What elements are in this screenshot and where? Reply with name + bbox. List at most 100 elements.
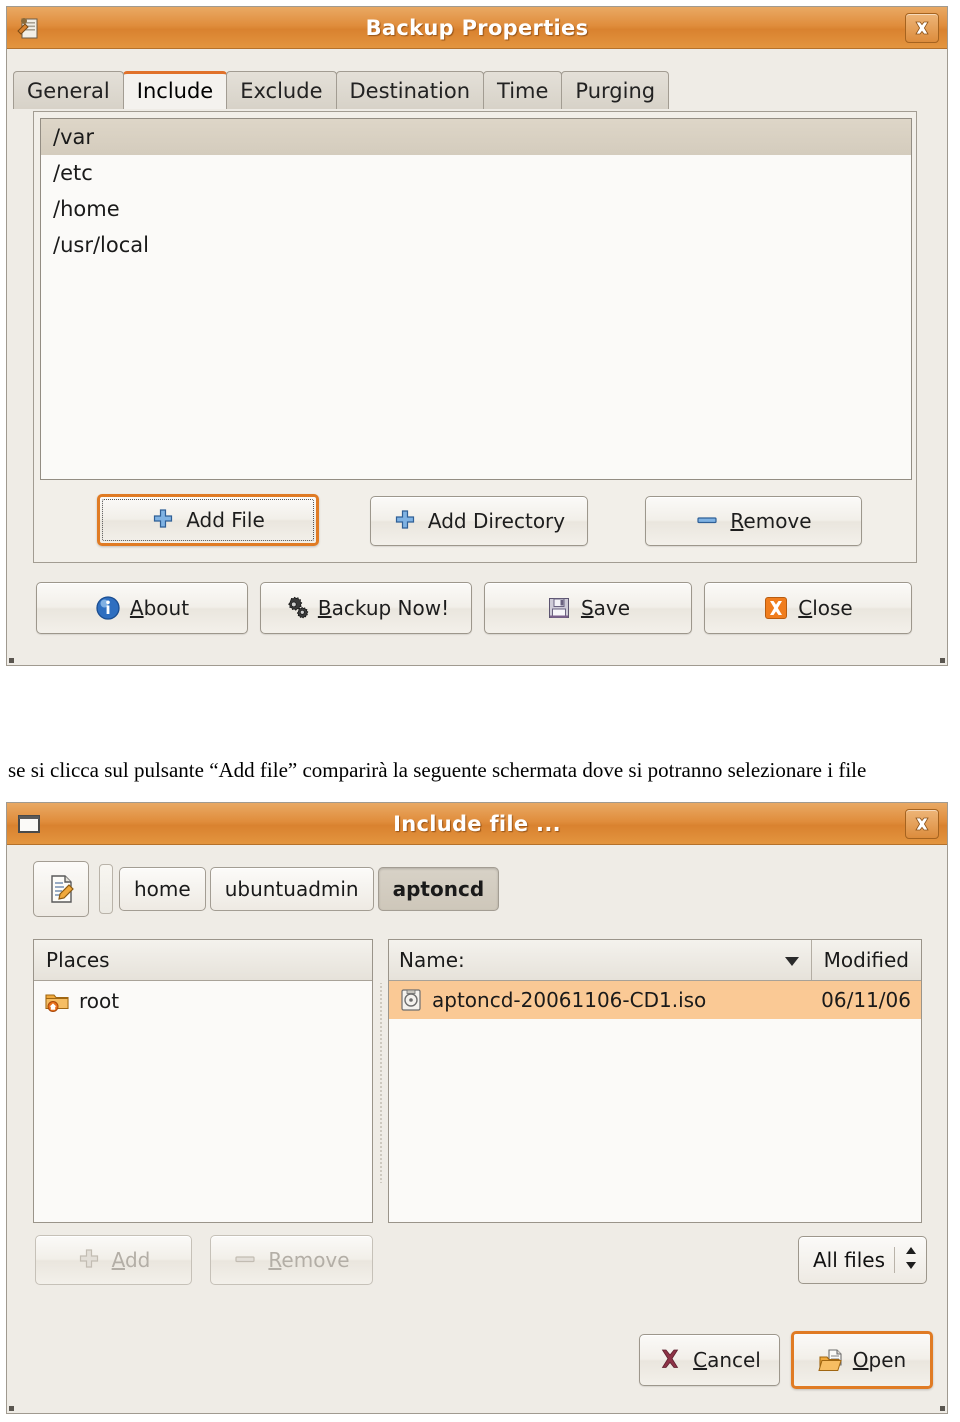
add-place-button[interactable]: Add xyxy=(35,1235,192,1285)
add-directory-label: Add Directory xyxy=(427,509,566,533)
file-filter-value: All files xyxy=(813,1248,886,1272)
mnemonic-letter: B xyxy=(317,596,332,620)
mnemonic-letter: A xyxy=(111,1248,125,1272)
minus-icon xyxy=(695,508,721,534)
place-item-label: root xyxy=(79,989,120,1013)
tab-include[interactable]: Include xyxy=(122,71,228,109)
open-folder-icon xyxy=(818,1347,844,1373)
include-paths-list[interactable]: /var /etc /home /usr/local xyxy=(40,118,912,480)
column-header-name-label: Name: xyxy=(399,948,465,972)
tab-exclude[interactable]: Exclude xyxy=(226,71,337,109)
about-label: About xyxy=(130,596,189,620)
close-icon[interactable] xyxy=(905,12,939,43)
mnemonic-letter: R xyxy=(730,509,744,533)
tab-time[interactable]: Time xyxy=(483,71,563,109)
file-modified: 06/11/06 xyxy=(821,988,911,1012)
cancel-button[interactable]: Cancel xyxy=(639,1334,780,1386)
backup-now-label: Backup Now! xyxy=(318,596,449,620)
plus-icon xyxy=(151,507,177,533)
remove-place-rest: emove xyxy=(281,1248,350,1272)
path-bar: home ubuntuadmin aptoncd xyxy=(33,861,500,917)
about-rest: bout xyxy=(143,596,190,620)
table-row[interactable]: aptoncd-20061106-CD1.iso 06/11/06 xyxy=(389,981,921,1019)
backup-titlebar[interactable]: Backup Properties xyxy=(7,7,947,49)
tab-general[interactable]: General xyxy=(13,71,124,109)
places-header-rest: laces xyxy=(58,948,110,972)
minus-icon xyxy=(233,1247,259,1273)
remove-path-label: Remove xyxy=(730,509,811,533)
backup-now-rest: ackup Now! xyxy=(331,596,450,620)
backup-tabbar: General Include Exclude Destination Time… xyxy=(7,63,947,109)
add-place-label: Add xyxy=(112,1248,151,1272)
backup-now-button[interactable]: Backup Now! xyxy=(260,582,472,634)
remove-path-button[interactable]: Remove xyxy=(645,496,862,546)
column-header-modified[interactable]: Modified xyxy=(812,940,921,980)
mnemonic-letter: C xyxy=(693,1348,708,1372)
tab-destination[interactable]: Destination xyxy=(335,71,485,109)
tab-purging[interactable]: Purging xyxy=(561,71,670,109)
sort-descending-icon xyxy=(783,948,801,972)
list-item[interactable]: /etc xyxy=(41,155,911,191)
add-place-rest: dd xyxy=(124,1248,151,1272)
include-file-dialog: Include file ... home ubuntuadmin aptonc… xyxy=(6,802,948,1414)
pane-splitter[interactable] xyxy=(377,983,384,1183)
resize-grip[interactable] xyxy=(9,658,14,663)
resize-grip[interactable] xyxy=(940,658,945,663)
column-header-modified-label: Modified xyxy=(823,948,909,972)
plus-icon xyxy=(393,508,419,534)
cancel-x-icon xyxy=(658,1347,684,1373)
resize-grip[interactable] xyxy=(9,1406,14,1411)
column-header-name[interactable]: Name: xyxy=(389,940,812,980)
list-item[interactable]: /var xyxy=(41,119,911,155)
text-entry-toggle-icon[interactable] xyxy=(33,861,89,917)
places-header: Places xyxy=(34,940,372,981)
backup-app-icon xyxy=(15,14,43,42)
file-filter-combo[interactable]: All files xyxy=(798,1236,928,1284)
include-titlebar[interactable]: Include file ... xyxy=(7,803,947,845)
close-rest: lose xyxy=(812,596,853,620)
open-rest: pen xyxy=(868,1348,907,1372)
home-folder-icon xyxy=(44,988,70,1014)
backup-window-title: Backup Properties xyxy=(365,15,589,40)
breadcrumb-home[interactable]: home xyxy=(119,867,206,911)
include-tab-panel: /var /etc /home /usr/local Add File Add … xyxy=(33,111,917,563)
open-button[interactable]: Open xyxy=(791,1331,933,1389)
place-item-root[interactable]: root xyxy=(34,981,372,1021)
about-button[interactable]: About xyxy=(36,582,248,634)
list-item[interactable]: /usr/local xyxy=(41,227,911,263)
save-button[interactable]: Save xyxy=(484,582,692,634)
info-icon xyxy=(95,595,121,621)
include-window-title: Include file ... xyxy=(393,811,561,836)
list-item[interactable]: /home xyxy=(41,191,911,227)
file-list-header: Name: Modified xyxy=(389,940,921,981)
mnemonic-letter: P xyxy=(46,948,59,972)
remove-place-label: Remove xyxy=(268,1248,349,1272)
floppy-icon xyxy=(546,595,572,621)
cd-iso-icon xyxy=(399,988,423,1012)
breadcrumb-aptoncd[interactable]: aptoncd xyxy=(377,867,500,911)
save-rest: ave xyxy=(593,596,631,620)
places-pane: Places root xyxy=(33,939,373,1223)
caption-text: se si clicca sul pulsante “Add file” com… xyxy=(8,758,867,782)
save-label: Save xyxy=(581,596,630,620)
close-button[interactable]: Close xyxy=(704,582,912,634)
file-name: aptoncd-20061106-CD1.iso xyxy=(432,988,707,1012)
window-icon xyxy=(15,810,43,838)
remove-place-button[interactable]: Remove xyxy=(210,1235,373,1285)
breadcrumb-ubuntuadmin[interactable]: ubuntuadmin xyxy=(209,867,374,911)
close-x-icon xyxy=(763,595,789,621)
mnemonic-letter: R xyxy=(268,1248,282,1272)
close-icon[interactable] xyxy=(905,808,939,839)
add-file-button[interactable]: Add File xyxy=(97,494,319,546)
mnemonic-letter: A xyxy=(129,596,144,620)
gears-icon xyxy=(283,595,309,621)
open-label: Open xyxy=(853,1348,906,1372)
updown-arrows-icon xyxy=(904,1245,918,1276)
path-separator xyxy=(99,864,113,914)
cancel-label: Cancel xyxy=(693,1348,761,1372)
add-directory-button[interactable]: Add Directory xyxy=(370,496,588,546)
resize-grip[interactable] xyxy=(940,1406,945,1411)
add-file-label: Add File xyxy=(186,508,265,532)
mnemonic-letter: C xyxy=(798,596,813,620)
file-list-pane: Name: Modified aptoncd-20061106-CD1.iso … xyxy=(388,939,922,1223)
